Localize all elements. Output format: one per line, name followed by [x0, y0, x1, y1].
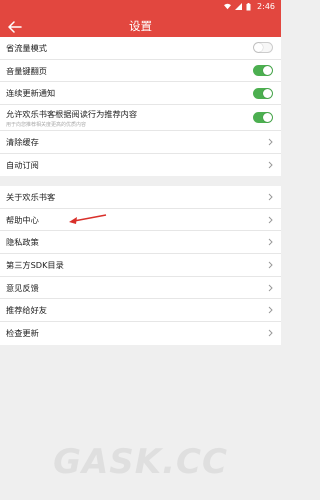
- toggle-knob: [263, 66, 272, 76]
- settings-row[interactable]: 隐私政策: [0, 231, 281, 255]
- settings-group-about: 关于欢乐书客 帮助中心隐私政策第三方SDK目录 意见反馈推荐给好友检查更新: [0, 186, 281, 345]
- settings-row[interactable]: 推荐给好友: [0, 299, 281, 323]
- chevron-right-icon: [267, 305, 273, 315]
- wifi-icon: [224, 3, 232, 10]
- settings-row[interactable]: 帮助中心: [0, 209, 281, 232]
- chevron-right-icon: [267, 160, 273, 170]
- settings-row-label: 意见反馈: [6, 282, 39, 293]
- settings-row[interactable]: 关于欢乐书客: [0, 186, 281, 209]
- settings-row-label: 允许欢乐书客根据阅读行为推荐内容: [6, 108, 138, 119]
- chevron-right-icon: [267, 192, 273, 202]
- settings-row[interactable]: 允许欢乐书客根据阅读行为推荐内容 用于向您推荐相关度更高的优质内容: [0, 105, 281, 132]
- chevron-right-icon: [267, 137, 273, 147]
- toggle-switch[interactable]: [253, 87, 273, 99]
- toggle-switch[interactable]: [253, 112, 273, 124]
- settings-row-label: 音量键翻页: [6, 65, 47, 76]
- page-title: 设置: [129, 19, 152, 33]
- status-bar: 2:46: [0, 0, 281, 13]
- settings-row[interactable]: 自动订阅: [0, 154, 281, 177]
- chevron-right-icon: [267, 237, 273, 247]
- chevron-right-icon: [267, 260, 273, 270]
- settings-row-label: 推荐给好友: [6, 305, 47, 316]
- settings-row[interactable]: 音量键翻页: [0, 60, 281, 83]
- settings-row[interactable]: 清除缓存: [0, 131, 281, 154]
- toggle-knob: [263, 113, 272, 123]
- chevron-right-icon: [267, 283, 273, 293]
- settings-row[interactable]: 连续更新通知: [0, 82, 281, 106]
- settings-row-label: 清除缓存: [6, 136, 39, 147]
- settings-row[interactable]: 检查更新: [0, 322, 281, 345]
- back-arrow-icon: [8, 21, 22, 33]
- settings-row-label: 帮助中心: [6, 214, 39, 225]
- toggle-knob: [254, 43, 263, 53]
- settings-row-label: 检查更新: [6, 328, 39, 339]
- chevron-right-icon: [267, 215, 273, 225]
- settings-row-labels: 允许欢乐书客根据阅读行为推荐内容 用于向您推荐相关度更高的优质内容: [6, 108, 253, 128]
- settings-row-label: 隐私政策: [6, 237, 39, 248]
- toggle-switch[interactable]: [253, 42, 273, 54]
- watermark: GASK.CC: [53, 442, 228, 482]
- signal-icon: [235, 3, 243, 10]
- toggle-switch[interactable]: [253, 65, 273, 77]
- settings-row-label: 自动订阅: [6, 160, 39, 171]
- annotation-arrow-icon: [69, 214, 107, 224]
- settings-row-label: 关于欢乐书客: [6, 191, 56, 202]
- app-header: 设置: [0, 13, 281, 40]
- settings-row[interactable]: 意见反馈: [0, 277, 281, 300]
- settings-row[interactable]: 省流量模式: [0, 37, 281, 60]
- settings-row-label: 连续更新通知: [6, 88, 56, 99]
- settings-row[interactable]: 第三方SDK目录: [0, 254, 281, 277]
- back-button[interactable]: [6, 18, 24, 36]
- battery-icon: [246, 3, 253, 11]
- settings-group-preferences: 省流量模式音量键翻页连续更新通知 允许欢乐书客根据阅读行为推荐内容 用于向您推荐…: [0, 37, 281, 177]
- settings-row-label: 省流量模式: [6, 42, 47, 53]
- settings-row-sublabel: 用于向您推荐相关度更高的优质内容: [6, 121, 87, 128]
- status-time: 2:46: [257, 2, 275, 11]
- settings-row-label: 第三方SDK目录: [6, 259, 64, 270]
- chevron-right-icon: [267, 328, 273, 338]
- toggle-knob: [263, 88, 272, 98]
